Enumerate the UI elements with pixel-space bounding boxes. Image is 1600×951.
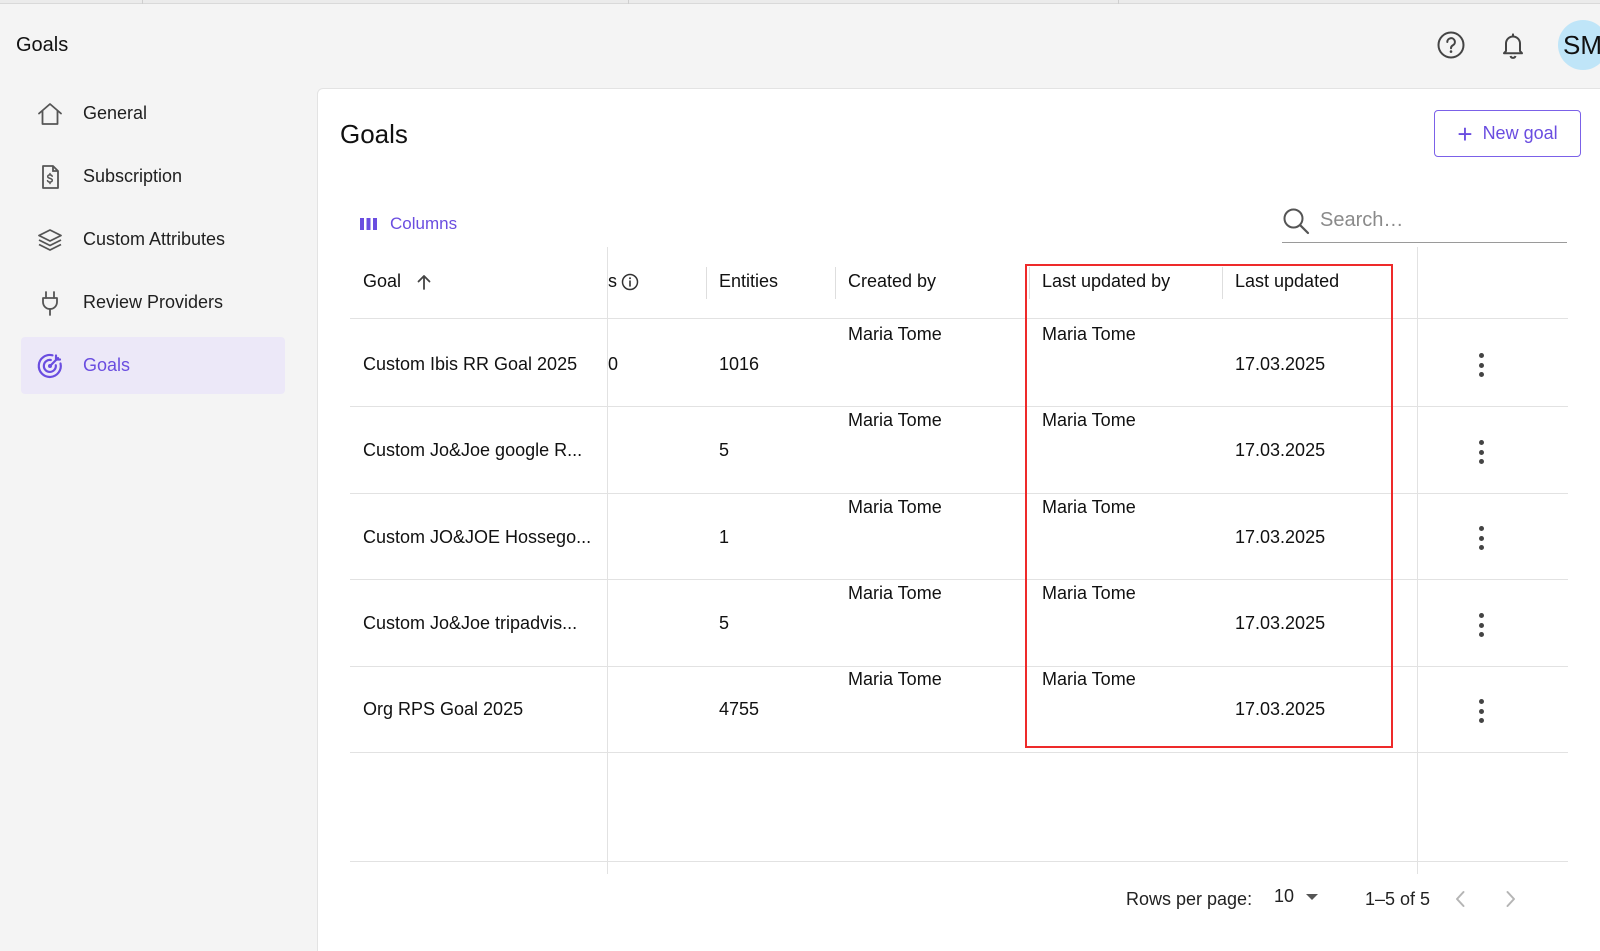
column-header-entities[interactable]: Entities <box>719 271 778 292</box>
sidebar-item-custom-attributes[interactable]: Custom Attributes <box>21 211 285 268</box>
sidebar-item-general[interactable]: General <box>21 85 285 142</box>
entities-cell: 1 <box>719 527 730 547</box>
highlight-box <box>1025 264 1393 748</box>
rows-per-page-label: Rows per page: <box>1126 889 1253 909</box>
target-icon <box>35 351 65 381</box>
previous-page-button[interactable] <box>1450 888 1470 910</box>
row-divider <box>350 752 1568 753</box>
pagination: Rows per page: 10 1–5 of 5 <box>318 886 1600 916</box>
search-box <box>1282 199 1567 243</box>
header-actions: SM <box>1434 20 1600 70</box>
goal-name-cell[interactable]: Custom JO&JOE Hossego... <box>363 527 591 548</box>
layers-icon <box>35 225 65 255</box>
entities-cell: 5 <box>719 613 730 633</box>
entities-cell: 1016 <box>719 354 760 374</box>
goal-name-cell[interactable]: Org RPS Goal 2025 <box>363 699 523 720</box>
created-by-cell: Maria Tome <box>848 669 942 689</box>
bell-icon[interactable] <box>1496 28 1530 62</box>
entities-cell: 5 <box>719 440 730 460</box>
sidebar-item-subscription[interactable]: Subscription <box>21 148 285 205</box>
strip-divider <box>628 0 629 4</box>
page-title: Goals <box>340 119 408 149</box>
column-header-partial[interactable]: s <box>608 271 639 292</box>
pagination-range: 1–5 of 5 <box>1365 889 1431 909</box>
sidebar-item-label: General <box>83 103 148 123</box>
strip-divider <box>142 0 143 4</box>
plus-icon: + <box>1457 118 1473 149</box>
search-input[interactable] <box>1320 209 1550 232</box>
columns-label: Columns <box>390 214 458 233</box>
column-header-goal[interactable]: Goal <box>363 271 433 292</box>
sidebar-item-label: Subscription <box>83 166 183 186</box>
new-goal-button[interactable]: + New goal <box>1434 110 1581 157</box>
chevron-right-icon <box>1506 891 1515 907</box>
info-icon[interactable] <box>621 273 639 291</box>
help-circle-icon[interactable] <box>1434 28 1468 62</box>
sidebar-nav: General Subscription Custom Attributes R… <box>21 85 285 400</box>
row-actions-button[interactable] <box>1477 353 1485 377</box>
invoice-icon <box>35 162 65 192</box>
created-by-cell: Maria Tome <box>848 583 942 603</box>
columns-icon <box>360 217 378 231</box>
table-footer-divider <box>350 861 1568 862</box>
row-actions-button[interactable] <box>1477 613 1485 637</box>
row-actions-button[interactable] <box>1477 440 1485 464</box>
sort-ascending-icon[interactable] <box>415 273 433 291</box>
header-separator <box>706 267 707 299</box>
goal-name-cell[interactable]: Custom Ibis RR Goal 2025 <box>363 354 577 375</box>
chevron-left-icon <box>1456 891 1465 907</box>
sidebar-item-label: Custom Attributes <box>83 229 226 249</box>
goal-name-cell[interactable]: Custom Jo&Joe tripadvis... <box>363 613 577 634</box>
entities-cell: 4755 <box>719 699 760 719</box>
sidebar-item-label: Goals <box>83 355 131 375</box>
partial-cell: 0 <box>608 354 619 374</box>
new-goal-label: New goal <box>1482 123 1558 143</box>
header-separator <box>835 267 836 299</box>
next-page-button[interactable] <box>1501 888 1521 910</box>
goal-name-cell[interactable]: Custom Jo&Joe google R... <box>363 440 582 461</box>
created-by-cell: Maria Tome <box>848 324 942 344</box>
app-title: Goals <box>16 34 69 56</box>
column-header-created-by[interactable]: Created by <box>848 271 936 292</box>
row-actions-button[interactable] <box>1477 526 1485 550</box>
goals-card: Goals + New goal Columns Goal s <box>317 88 1600 951</box>
sidebar-item-review-providers[interactable]: Review Providers <box>21 274 285 331</box>
columns-button[interactable]: Columns <box>360 214 457 234</box>
rows-per-page-select[interactable]: 10 <box>1274 886 1319 907</box>
created-by-cell: Maria Tome <box>848 410 942 430</box>
caret-down-icon <box>1306 893 1319 900</box>
actions-column-divider <box>1417 247 1418 874</box>
strip-divider <box>1118 0 1119 4</box>
plug-icon <box>35 288 65 318</box>
pinned-column-divider <box>607 247 608 874</box>
row-actions-button[interactable] <box>1477 699 1485 723</box>
search-icon <box>1282 206 1312 236</box>
sidebar-item-label: Review Providers <box>83 292 224 312</box>
sidebar-item-goals[interactable]: Goals <box>21 337 285 394</box>
avatar[interactable]: SM <box>1558 20 1600 70</box>
home-icon <box>35 99 65 129</box>
created-by-cell: Maria Tome <box>848 497 942 517</box>
top-strip <box>0 0 1600 4</box>
